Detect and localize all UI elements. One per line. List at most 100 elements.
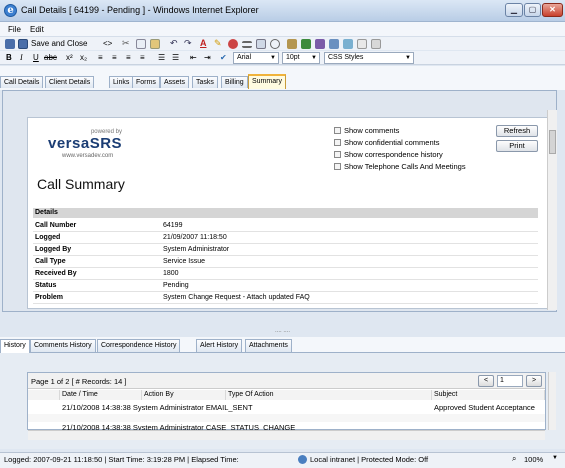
special-char-icon[interactable] [228,39,238,49]
paste-icon[interactable] [150,39,160,49]
tab-history[interactable]: History [0,339,30,354]
show-correspondence-history-checkbox[interactable] [334,151,341,158]
show-confidential-comments-checkbox[interactable] [334,139,341,146]
underline-button[interactable]: U [33,53,39,62]
tab-billing[interactable]: Billing [221,76,248,88]
bullet-list-icon[interactable]: ☰ [172,53,179,62]
history-horizontal-scrollbar[interactable] [28,430,545,440]
menu-file[interactable]: File [8,25,21,34]
summary-scrollbar[interactable] [547,110,557,310]
cut-icon[interactable]: ✂ [122,39,132,49]
column-header-select [28,390,60,400]
next-page-button[interactable]: > [526,375,542,387]
redo-icon[interactable]: ↷ [184,39,194,49]
zoom-level[interactable]: 100% [524,455,543,464]
tab-bar: Call Details Client Details Links Forms … [0,66,565,90]
align-left-icon[interactable]: ≡ [98,53,103,62]
unlink-icon[interactable] [315,39,325,49]
minimize-button[interactable]: ▁ [505,3,523,17]
detail-row: Call Type Service Issue [33,256,538,268]
tab-correspondence-history[interactable]: Correspondence History [97,339,181,352]
highlight-icon[interactable]: ✎ [214,39,224,49]
globe-icon [298,455,307,464]
clock-icon[interactable] [270,39,280,49]
numbered-list-icon[interactable]: ☰ [158,53,165,62]
justify-icon[interactable]: ≡ [140,53,145,62]
column-header-action-by[interactable]: Action By [142,390,226,400]
table-cell-subject: Approved Student Acceptance [434,403,535,412]
table-icon[interactable] [256,39,266,49]
bold-button[interactable]: B [6,53,12,62]
html-source-button[interactable]: <> [103,39,112,48]
tab-tasks[interactable]: Tasks [192,76,218,88]
spellcheck-icon[interactable]: ✔ [220,53,227,62]
show-comments-checkbox[interactable] [334,127,341,134]
zoom-icon: ⌕ [512,454,517,463]
tab-call-details[interactable]: Call Details [0,76,44,88]
table-row[interactable]: 21/10/2008 14:38:38 System Administrator… [62,402,412,413]
subscript-button[interactable]: x₂ [80,53,87,62]
strikethrough-button[interactable]: abc [44,53,57,62]
save-and-close-button[interactable]: Save and Close [31,39,87,48]
detail-row: Logged By System Administrator [33,244,538,256]
link-icon[interactable] [301,39,311,49]
tab-assets[interactable]: Assets [160,76,190,88]
save-icon[interactable] [5,39,15,49]
row-separator [28,414,545,422]
window-title: Call Details [ 64199 - Pending ] - Windo… [21,5,259,15]
column-header-subject[interactable]: Subject [432,390,545,400]
tab-comments-history[interactable]: Comments History [30,339,96,352]
scroll-thumb[interactable] [549,130,556,154]
logo: versaSRS [48,135,123,152]
font-size-select[interactable]: 10pt ▼ [282,52,320,64]
menu-edit[interactable]: Edit [30,25,44,34]
font-color-icon[interactable]: A [200,39,210,49]
zoom-dropdown-icon[interactable]: ▼ [552,455,558,461]
indent-icon[interactable]: ⇥ [204,53,211,62]
show-telephone-calls-label: Show Telephone Calls And Meetings [344,162,466,171]
undo-icon[interactable]: ↶ [170,39,180,49]
logo-url: www.versadev.com [62,153,114,159]
align-right-icon[interactable]: ≡ [126,53,131,62]
maximize-button[interactable]: ▢ [524,3,541,17]
status-text: Logged: 2007-09-21 11:18:50 | Start Time… [4,455,239,464]
tab-attachments[interactable]: Attachments [245,339,292,352]
pane-splitter[interactable]: .... .... [0,328,565,336]
tab-client-details[interactable]: Client Details [45,76,95,88]
css-styles-select[interactable]: CSS Styles ▼ [324,52,414,64]
tab-summary[interactable]: Summary [248,74,286,89]
column-header-date[interactable]: Date / Time [60,390,142,400]
detail-row: Problem System Change Request - Attach up… [33,292,538,304]
image-icon[interactable] [287,39,297,49]
prev-page-button[interactable]: < [478,375,494,387]
detail-row: Logged 21/09/2007 11:18:50 [33,232,538,244]
media-icon[interactable] [343,39,353,49]
show-telephone-calls-checkbox[interactable] [334,163,341,170]
anchor-icon[interactable] [329,39,339,49]
ie-icon: e [4,4,17,17]
menu-bar [0,22,565,36]
history-vertical-scrollbar[interactable] [548,372,556,430]
superscript-button[interactable]: x² [66,53,73,62]
history-tab-bar: History Comments History Correspondence … [0,337,565,354]
tab-alert-history[interactable]: Alert History [196,339,243,352]
detail-row: Received By 1800 [33,268,538,280]
security-zone: Local intranet | Protected Mode: Off [310,455,429,464]
print-preview-icon[interactable] [371,39,381,49]
tab-forms[interactable]: Forms [132,76,160,88]
copy-icon[interactable] [136,39,146,49]
align-center-icon[interactable]: ≡ [112,53,117,62]
page-info: Page 1 of 2 [ # Records: 14 ] [31,377,127,386]
save-close-icon[interactable] [18,39,28,49]
font-select[interactable]: Arial ▼ [233,52,279,64]
document-icon[interactable] [357,39,367,49]
refresh-button[interactable]: Refresh [496,125,538,137]
print-button[interactable]: Print [496,140,538,152]
column-header-type[interactable]: Type Of Action [226,390,432,400]
close-button[interactable]: ✕ [542,3,563,17]
page-number-input[interactable]: 1 [497,375,523,387]
italic-button[interactable]: I [20,53,23,62]
outdent-icon[interactable]: ⇤ [190,53,197,62]
tab-links[interactable]: Links [109,76,134,88]
horizontal-rule-icon[interactable] [242,41,252,48]
